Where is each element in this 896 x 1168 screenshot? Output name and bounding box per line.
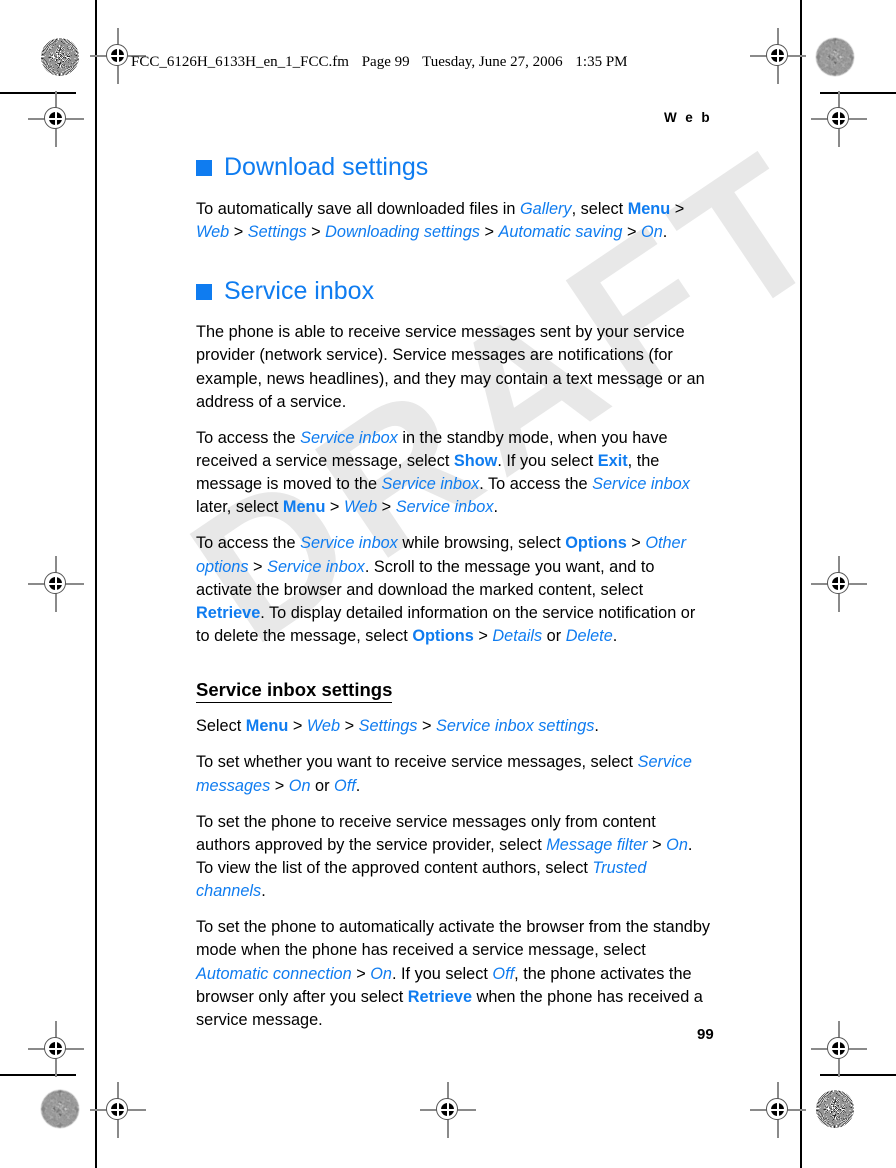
ui-menu-label: Delete: [565, 626, 613, 645]
ui-command-label: Options: [565, 534, 627, 553]
path-separator: >: [229, 222, 248, 241]
ui-command-label: Options: [412, 626, 474, 645]
path-separator: >: [473, 626, 493, 645]
section-heading: Download settings: [196, 153, 712, 182]
print-rosette-bottom-right: [816, 1090, 854, 1128]
section-heading-label: Download settings: [224, 153, 429, 181]
ui-menu-label: Downloading settings: [325, 222, 480, 241]
ui-menu-label: Web: [343, 498, 378, 517]
ui-menu-label: Web: [196, 222, 230, 241]
print-rosette-bottom-left: [41, 1090, 79, 1128]
body-paragraph: To access the Service inbox in the stand…: [196, 428, 690, 517]
ui-menu-label: Automatic connection: [196, 964, 352, 983]
body-paragraph: To set whether you want to receive servi…: [196, 753, 692, 795]
content-column: W e b Download settings To automatically …: [196, 110, 712, 1045]
print-rosette-top-right: [816, 38, 854, 76]
ui-menu-label: Service inbox: [395, 498, 494, 517]
ui-command-label: Menu: [245, 717, 289, 736]
ui-command-label: Exit: [597, 451, 628, 470]
path-separator: >: [626, 534, 646, 553]
ui-menu-label: Service inbox: [592, 475, 690, 494]
section-heading-label: Service inbox: [224, 276, 375, 305]
file-date: Tuesday, June 27, 2006: [422, 54, 563, 70]
ui-menu-label: Service inbox settings: [436, 717, 595, 736]
subsection-heading: Service inbox settings: [196, 678, 393, 704]
registration-crosshair-lower-right: [811, 1021, 867, 1077]
print-rosette-top-left: [41, 38, 79, 76]
ui-menu-label: On: [641, 222, 663, 241]
ui-menu-label: Off: [492, 964, 515, 983]
ui-menu-label: Off: [334, 776, 356, 795]
path-separator: >: [351, 964, 371, 983]
path-separator: >: [306, 222, 326, 241]
body-paragraph: Select Menu > Web > Settings > Service i…: [196, 717, 599, 736]
registration-crosshair-bottom-center: [420, 1082, 476, 1138]
ui-menu-label: Service inbox: [381, 475, 480, 494]
registration-crosshair-mid-right: [811, 556, 867, 612]
path-separator: >: [670, 199, 685, 218]
body-content: Download settings To automatically save a…: [196, 153, 712, 1032]
ui-menu-label: On: [666, 835, 688, 854]
registration-crosshair-bottom-left: [90, 1082, 146, 1138]
path-separator: >: [340, 717, 359, 736]
ui-menu-label: Gallery: [520, 199, 572, 218]
file-time: 1:35 PM: [575, 54, 628, 70]
ui-menu-label: Automatic saving: [498, 222, 623, 241]
trim-rule-right: [800, 0, 802, 1168]
ui-command-label: Show: [453, 451, 498, 470]
body-paragraph: To automatically save all downloaded fil…: [196, 199, 685, 241]
ui-menu-label: Message filter: [546, 835, 648, 854]
path-separator: >: [270, 776, 289, 795]
ui-menu-label: On: [370, 964, 392, 983]
registration-crosshair-top-right: [750, 28, 806, 84]
manual-page: FCC_6126H_6133H_en_1_FCC.fm Page 99 Tues…: [0, 0, 896, 1168]
file-name: FCC_6126H_6133H_en_1_FCC.fm: [131, 54, 349, 70]
body-paragraph: To access the Service inbox while browsi…: [196, 534, 696, 645]
square-bullet-icon: [196, 283, 212, 300]
file-page: Page 99: [361, 54, 410, 70]
running-head: W e b: [664, 110, 712, 125]
path-separator: >: [647, 835, 667, 854]
subsection-heading-wrapper: Service inbox settings: [196, 678, 712, 707]
ui-command-label: Menu: [627, 199, 671, 218]
ui-command-label: Retrieve: [407, 987, 473, 1006]
registration-crosshair-bottom-right: [750, 1082, 806, 1138]
ui-menu-label: Settings: [247, 222, 307, 241]
registration-crosshair-mid-left: [28, 556, 84, 612]
ui-menu-label: Service inbox: [300, 428, 398, 447]
ui-menu-label: Service inbox: [267, 557, 365, 576]
path-separator: >: [377, 498, 396, 517]
body-paragraph: To set the phone to receive service mess…: [196, 812, 693, 901]
body-paragraph: The phone is able to receive service mes…: [196, 323, 705, 411]
ui-command-label: Retrieve: [196, 603, 261, 622]
path-separator: >: [417, 717, 437, 736]
path-separator: >: [288, 717, 307, 736]
section-heading: Service inbox: [196, 276, 712, 306]
path-separator: >: [622, 222, 642, 241]
path-separator: >: [248, 557, 268, 576]
ui-command-label: Menu: [282, 498, 326, 517]
path-separator: >: [479, 222, 499, 241]
body-paragraph: To set the phone to automatically activa…: [196, 918, 711, 1029]
ui-menu-label: Trusted channels: [196, 858, 647, 901]
registration-crosshair-upper-left: [28, 91, 84, 147]
square-bullet-icon: [196, 159, 212, 176]
ui-menu-label: Web: [306, 717, 341, 736]
ui-menu-label: Service inbox: [300, 534, 398, 553]
file-info-slug: FCC_6126H_6133H_en_1_FCC.fm Page 99 Tues…: [131, 54, 628, 71]
ui-menu-label: Settings: [358, 717, 418, 736]
ui-menu-label: Details: [492, 626, 543, 645]
trim-rule-left: [95, 0, 97, 1168]
ui-menu-label: On: [288, 776, 311, 795]
path-separator: >: [325, 498, 344, 517]
registration-crosshair-lower-left: [28, 1021, 84, 1077]
registration-crosshair-upper-right: [811, 91, 867, 147]
